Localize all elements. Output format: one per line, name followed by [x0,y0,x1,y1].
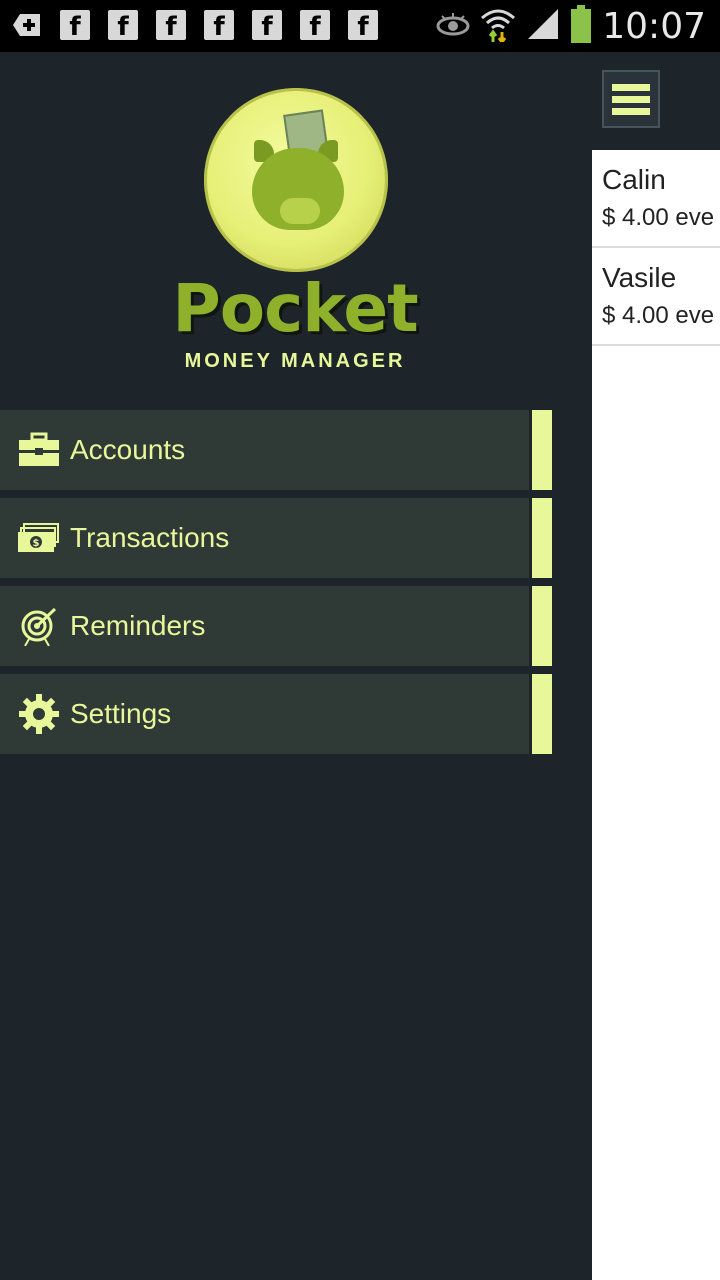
facebook-icon: f [60,10,90,42]
list-item[interactable]: Calin $ 4.00 eve [592,150,720,248]
accent-bar [532,498,552,578]
logo-subtitle: MONEY MANAGER [184,350,406,372]
battery-icon [570,4,592,48]
menu-button[interactable] [602,70,660,128]
sidebar-item-label: Transactions [70,522,230,553]
app-logo: Pocket MONEY MANAGER [160,88,430,388]
money-icon: $ [18,517,60,559]
facebook-icon: f [348,10,378,42]
accent-bar [532,410,552,490]
list-item-name: Calin [602,164,666,195]
gear-icon [18,693,60,735]
hamburger-icon-bar [612,107,650,115]
wifi-icon [480,6,516,47]
signal-icon [526,7,560,46]
sidebar-item-settings[interactable]: Settings [0,674,552,754]
sidebar-item-label: Reminders [70,610,206,641]
svg-text:$: $ [33,538,40,549]
target-icon [18,605,60,647]
accent-bar [532,674,552,754]
sidebar-item-reminders[interactable]: Reminders [0,586,552,666]
hamburger-icon [612,83,650,91]
eye-icon [436,12,470,41]
account-list: Calin $ 4.00 eve Vasile $ 4.00 eve [592,150,720,1280]
status-bar: f f f f f f f 10:07 [0,0,720,52]
add-icon [12,10,42,40]
sidebar-item-transactions[interactable]: $ Transactions [0,498,552,578]
clock: 10:07 [602,5,706,47]
facebook-icon: f [252,10,282,42]
facebook-icon: f [204,10,234,42]
sidebar-item-accounts[interactable]: Accounts [0,410,552,490]
facebook-icon: f [300,10,330,42]
coin-icon [204,88,388,272]
hamburger-icon-bar [612,95,650,103]
list-item-amount: $ 4.00 eve [602,302,715,329]
facebook-icon: f [156,10,186,42]
list-item-name: Vasile [602,262,677,293]
pig-snout [280,198,320,224]
main-content: Calin $ 4.00 eve Vasile $ 4.00 eve [592,52,720,1280]
notification-icons: f f f f f f f [12,10,378,42]
accent-bar [532,586,552,666]
facebook-icon: f [108,10,138,42]
logo-title: Pocket [172,270,418,347]
navigation-drawer: Pocket MONEY MANAGER Accounts $ Transact… [0,52,592,1280]
list-item-amount: $ 4.00 eve [602,204,715,231]
drawer-menu: Accounts $ Transactions Reminders Settin… [0,410,552,762]
briefcase-icon [18,429,60,471]
system-icons: 10:07 [436,4,706,48]
list-item[interactable]: Vasile $ 4.00 eve [592,248,720,346]
sidebar-item-label: Accounts [70,434,186,465]
sidebar-item-label: Settings [70,698,172,729]
